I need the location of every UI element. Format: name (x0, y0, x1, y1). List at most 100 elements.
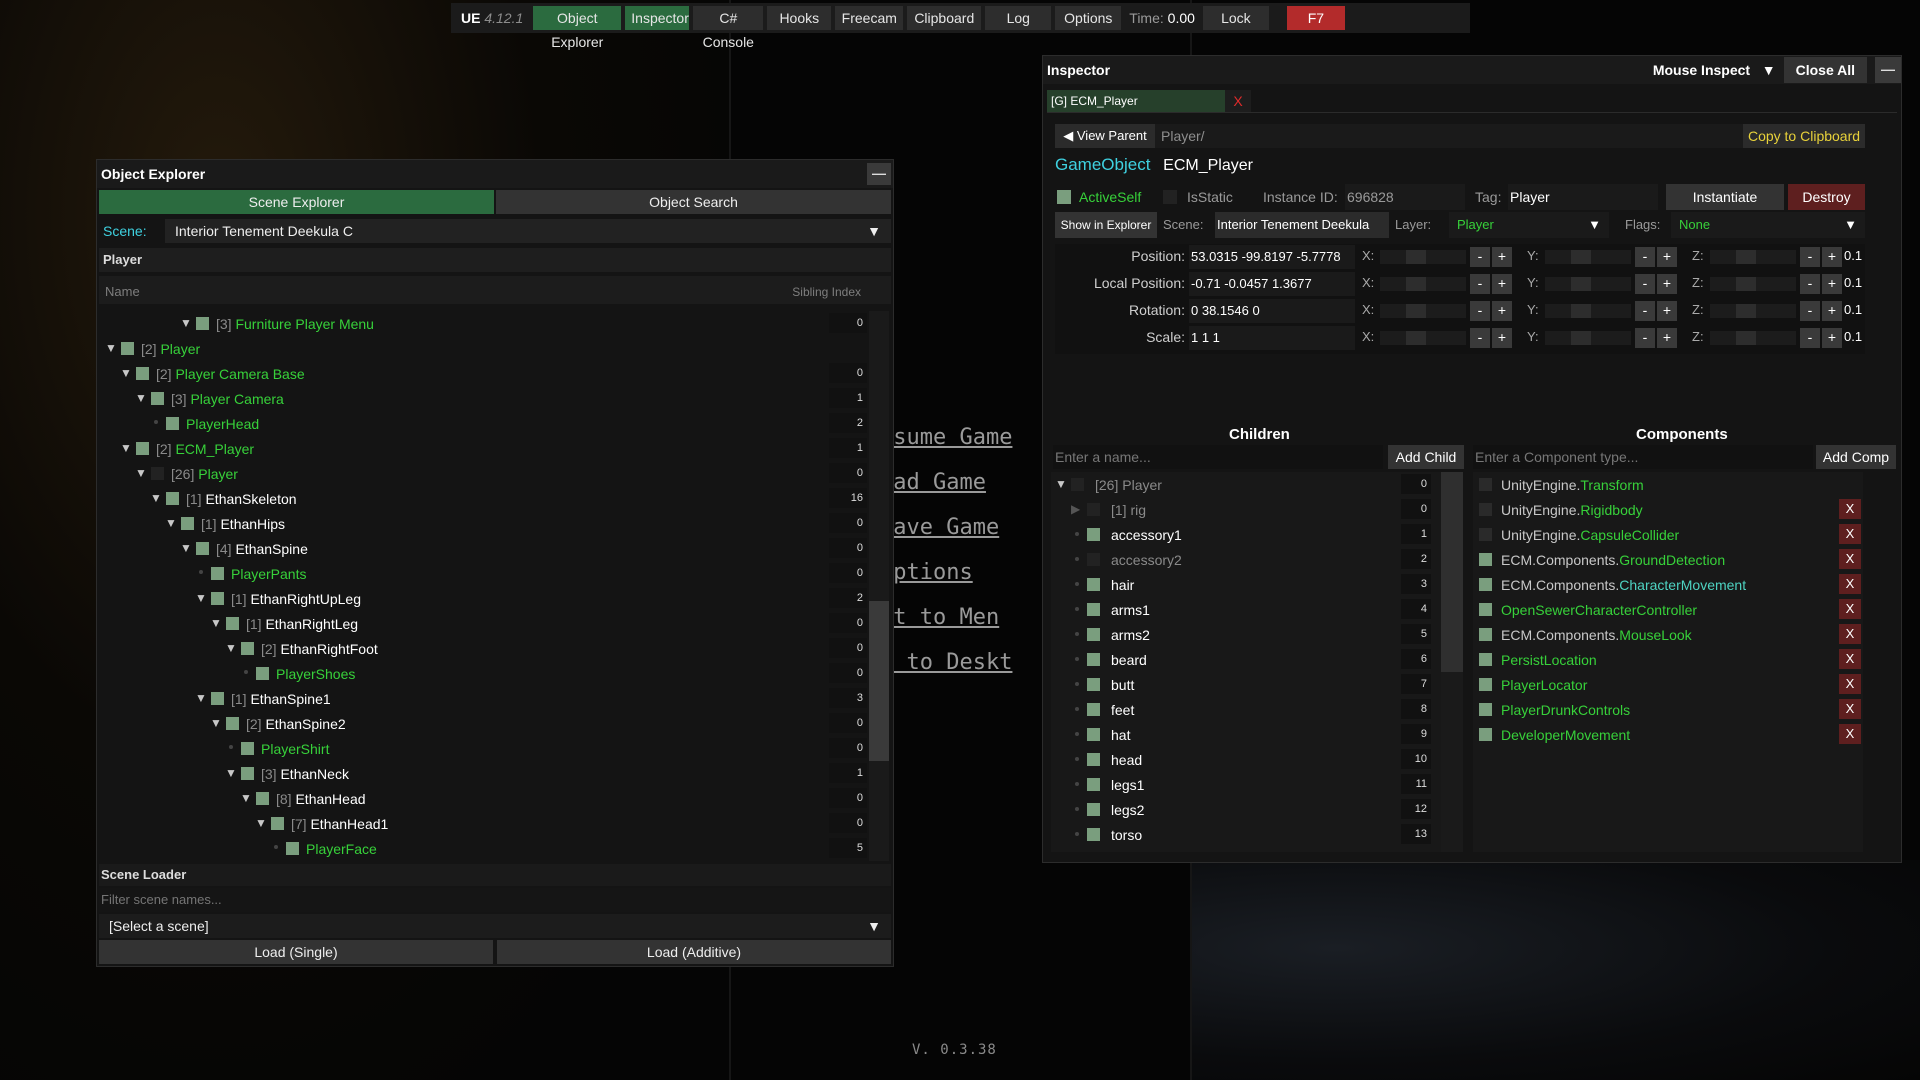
expand-arrow-icon[interactable]: ▼ (225, 766, 237, 780)
child-row[interactable]: beard 6 (1051, 647, 1441, 672)
component-type-input[interactable]: Enter a Component type... (1473, 445, 1813, 469)
sibling-index-field[interactable]: 0 (829, 513, 867, 533)
decrement-button[interactable]: - (1470, 328, 1490, 348)
close-all-button[interactable]: Close All (1783, 57, 1867, 83)
child-row[interactable]: accessory2 2 (1051, 547, 1441, 572)
scene-dropdown[interactable]: Interior Tenement Deekula C ▼ (165, 219, 891, 243)
active-checkbox[interactable] (1087, 503, 1100, 516)
increment-button[interactable]: + (1657, 274, 1677, 294)
remove-component-button[interactable]: X (1839, 649, 1861, 669)
active-checkbox[interactable] (1087, 553, 1100, 566)
sibling-index-field[interactable]: 7 (1401, 674, 1431, 694)
active-checkbox[interactable] (136, 442, 149, 455)
tree-row[interactable]: ▼ [3] Player Camera 1 (99, 386, 893, 411)
expand-arrow-icon[interactable]: ▼ (210, 616, 222, 630)
child-name-input[interactable]: Enter a name... (1053, 445, 1383, 469)
axis-slider[interactable] (1710, 250, 1796, 264)
component-row[interactable]: OpenSewerCharacterController X (1473, 597, 1863, 622)
expand-arrow-icon[interactable]: ▼ (120, 441, 132, 455)
component-enabled-checkbox[interactable] (1479, 703, 1492, 716)
show-in-explorer-button[interactable]: Show in Explorer (1055, 212, 1157, 238)
child-row[interactable]: head 10 (1051, 747, 1441, 772)
component-enabled-checkbox[interactable] (1479, 528, 1492, 541)
path-field[interactable]: Player/ (1161, 124, 1731, 148)
increment-button[interactable]: + (1657, 328, 1677, 348)
tree-row[interactable]: ▼ [2] EthanRightFoot 0 (99, 636, 893, 661)
active-checkbox[interactable] (196, 317, 209, 330)
active-checkbox[interactable] (256, 792, 269, 805)
active-checkbox[interactable] (1087, 603, 1100, 616)
sibling-index-field[interactable]: 0 (829, 313, 867, 333)
increment-button[interactable]: + (1492, 247, 1512, 267)
component-row[interactable]: UnityEngine.Transform (1473, 472, 1863, 497)
decrement-button[interactable]: - (1800, 328, 1820, 348)
expand-arrow-icon[interactable]: ▼ (135, 391, 147, 405)
tree-row[interactable]: PlayerShirt 0 (99, 736, 893, 761)
sibling-index-field[interactable]: 0 (829, 713, 867, 733)
slider-handle[interactable] (1736, 277, 1756, 291)
active-checkbox[interactable] (151, 467, 164, 480)
increment-button[interactable]: + (1492, 301, 1512, 321)
decrement-button[interactable]: - (1635, 301, 1655, 321)
copy-to-clipboard-button[interactable]: Copy to Clipboard (1743, 124, 1865, 148)
decrement-button[interactable]: - (1470, 274, 1490, 294)
active-checkbox[interactable] (256, 667, 269, 680)
slider-handle[interactable] (1571, 277, 1591, 291)
mouse-inspect-dropdown[interactable]: Mouse Inspect ▼ (1653, 56, 1776, 84)
sibling-index-field[interactable]: 0 (829, 738, 867, 758)
layer-dropdown[interactable]: Player ▼ (1449, 212, 1609, 238)
instance-id-field[interactable]: 696828 (1345, 184, 1465, 210)
component-row[interactable]: PersistLocation X (1473, 647, 1863, 672)
toolbar-button-c-console[interactable]: C# Console (693, 6, 764, 50)
expand-arrow-icon[interactable]: ▼ (180, 541, 192, 555)
decrement-button[interactable]: - (1635, 247, 1655, 267)
remove-component-button[interactable]: X (1839, 674, 1861, 694)
tab-object-search[interactable]: Object Search (496, 190, 891, 214)
decrement-button[interactable]: - (1800, 274, 1820, 294)
load-single-button[interactable]: Load (Single) (99, 940, 493, 964)
sibling-index-field[interactable]: 6 (1401, 649, 1431, 669)
active-checkbox[interactable] (226, 717, 239, 730)
expand-arrow-icon[interactable]: ▼ (150, 491, 162, 505)
children-scrollbar[interactable] (1441, 472, 1463, 852)
axis-slider[interactable] (1380, 250, 1466, 264)
tree-row[interactable]: PlayerFace 5 (99, 836, 893, 861)
close-tab-button[interactable]: X (1225, 90, 1251, 112)
sibling-index-field[interactable]: 0 (829, 538, 867, 558)
component-row[interactable]: ECM.Components.MouseLook X (1473, 622, 1863, 647)
remove-component-button[interactable]: X (1839, 724, 1861, 744)
slider-handle[interactable] (1406, 250, 1426, 264)
increment-button[interactable]: + (1657, 301, 1677, 321)
lock-button[interactable]: Lock (1202, 6, 1269, 30)
component-row[interactable]: PlayerLocator X (1473, 672, 1863, 697)
decrement-button[interactable]: - (1470, 301, 1490, 321)
component-row[interactable]: DeveloperMovement X (1473, 722, 1863, 747)
tree-row[interactable]: ▼ [1] EthanRightUpLeg 2 (99, 586, 893, 611)
tree-row[interactable]: PlayerShoes 0 (99, 661, 893, 686)
active-checkbox[interactable] (1087, 753, 1100, 766)
tree-row[interactable]: ▼ [2] ECM_Player 1 (99, 436, 893, 461)
expand-arrow-icon[interactable]: ▼ (225, 641, 237, 655)
child-row[interactable]: arms2 5 (1051, 622, 1441, 647)
component-enabled-checkbox[interactable] (1479, 653, 1492, 666)
slider-handle[interactable] (1736, 304, 1756, 318)
tree-row[interactable]: ▼ [7] EthanHead1 0 (99, 811, 893, 836)
decrement-button[interactable]: - (1800, 247, 1820, 267)
expand-arrow-icon[interactable]: ▼ (255, 816, 267, 830)
expand-arrow-icon[interactable]: ▼ (135, 466, 147, 480)
child-row[interactable]: hair 3 (1051, 572, 1441, 597)
sibling-index-field[interactable]: 2 (829, 413, 867, 433)
scene-filter-input[interactable] (99, 888, 891, 912)
sibling-index-field[interactable]: 10 (1401, 749, 1431, 769)
inspector-tab-ecm-player[interactable]: [G] ECM_Player X (1047, 90, 1251, 112)
component-enabled-checkbox[interactable] (1479, 603, 1492, 616)
active-checkbox[interactable] (1087, 578, 1100, 591)
component-enabled-checkbox[interactable] (1479, 728, 1492, 741)
remove-component-button[interactable]: X (1839, 574, 1861, 594)
axis-slider[interactable] (1545, 304, 1631, 318)
child-row[interactable]: ▼ [26] Player 0 (1051, 472, 1441, 497)
axis-slider[interactable] (1380, 331, 1466, 345)
toolbar-button-log[interactable]: Log (985, 6, 1052, 30)
expand-arrow-icon[interactable]: ▼ (165, 516, 177, 530)
sibling-index-field[interactable]: 5 (829, 838, 867, 858)
